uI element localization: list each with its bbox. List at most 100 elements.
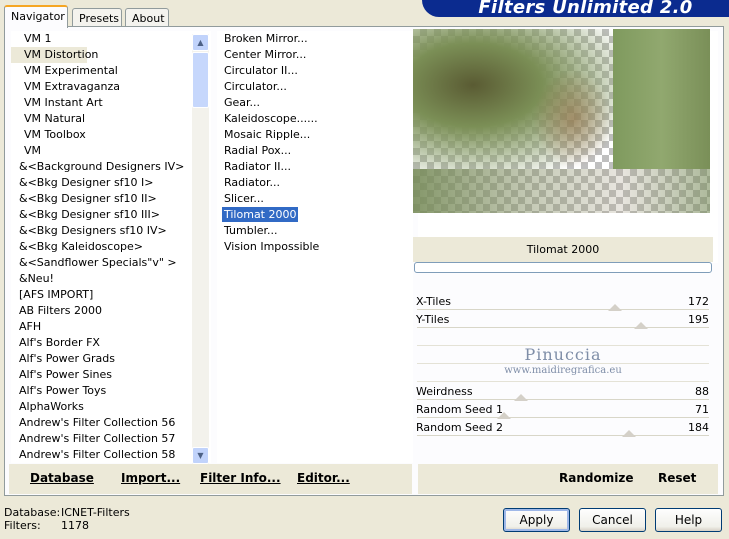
filter-item-label: Gear... [224, 96, 261, 109]
category-item[interactable]: Alf's Border FX [11, 335, 211, 351]
scroll-thumb[interactable] [192, 52, 209, 108]
category-item[interactable]: VM Instant Art [11, 95, 211, 111]
param-row[interactable]: Random Seed 2 184 [413, 419, 713, 437]
category-item[interactable]: VM [11, 143, 211, 159]
param-slider-track[interactable] [417, 309, 709, 310]
category-item[interactable]: AB Filters 2000 [11, 303, 211, 319]
filter-list[interactable]: Broken Mirror... Center Mirror... Circulat… [217, 31, 413, 463]
category-item[interactable]: &<Background Designers IV> [11, 159, 211, 175]
param-row[interactable]: Y-Tiles 195 [413, 311, 713, 329]
database-status-value: ICNET-Filters [61, 506, 130, 519]
filter-item-label: Center Mirror... [224, 48, 307, 61]
category-item[interactable]: VM Natural [11, 111, 211, 127]
category-item[interactable]: &<Bkg Designers sf10 IV> [11, 223, 211, 239]
filter-item-label: Circulator... [224, 80, 287, 93]
param-label: X-Tiles [416, 295, 451, 308]
filter-item-label: Broken Mirror... [224, 32, 308, 45]
param-value: 71 [695, 403, 709, 416]
filter-item[interactable]: Radial Pox... [217, 143, 413, 159]
category-item[interactable]: Alf's Power Toys [11, 383, 211, 399]
filter-item[interactable]: Radiator II... [217, 159, 413, 175]
filter-info-link[interactable]: Filter Info... [200, 471, 281, 485]
filter-item-label: Kaleidoscope...... [224, 112, 318, 125]
category-item[interactable]: AlphaWorks [11, 399, 211, 415]
category-list[interactable]: VM 1 VM Distortion VM Experimental VM Extra… [11, 31, 211, 463]
category-item[interactable]: Andrew's Filter Collection 57 [11, 431, 211, 447]
param-label: Random Seed 2 [416, 421, 504, 434]
category-item[interactable]: Andrew's Filter Collection 58 [11, 447, 211, 463]
cancel-button[interactable]: Cancel [579, 508, 646, 532]
param-value: 172 [688, 295, 709, 308]
category-item[interactable]: Alf's Power Grads [11, 351, 211, 367]
help-button[interactable]: Help [655, 508, 722, 532]
category-item[interactable]: VM Extravaganza [11, 79, 211, 95]
tab-presets[interactable]: Presets [72, 8, 122, 27]
filter-item[interactable]: Gear... [217, 95, 413, 111]
category-item[interactable]: Andrew's Filter Collection 56 [11, 415, 211, 431]
param-value: 184 [688, 421, 709, 434]
category-item[interactable]: &<Bkg Designer sf10 I> [11, 175, 211, 191]
filter-item[interactable]: Center Mirror... [217, 47, 413, 63]
filter-item-label: Tumbler... [224, 224, 278, 237]
category-item[interactable]: &<Bkg Kaleidoscope> [11, 239, 211, 255]
filter-item-label: Radiator II... [224, 160, 291, 173]
param-slider-thumb[interactable] [513, 394, 528, 401]
scroll-up-button[interactable]: ▲ [192, 34, 209, 51]
filter-item[interactable]: Broken Mirror... [217, 31, 413, 47]
category-item[interactable]: &<Bkg Designer sf10 II> [11, 191, 211, 207]
param-label: Random Seed 1 [416, 403, 504, 416]
category-item[interactable]: Alf's Power Sines [11, 367, 211, 383]
category-item[interactable]: [AFS IMPORT] [11, 287, 211, 303]
scroll-down-button[interactable]: ▼ [192, 447, 209, 464]
category-item[interactable]: AFH [11, 319, 211, 335]
filter-item[interactable]: Circulator II... [217, 63, 413, 79]
param-slider-thumb[interactable] [622, 430, 637, 437]
editor-link[interactable]: Editor... [297, 471, 350, 485]
filter-item-label: Mosaic Ripple... [224, 128, 311, 141]
category-item[interactable]: &Neu! [11, 271, 211, 287]
filter-item[interactable]: Tumbler... [217, 223, 413, 239]
app-banner: Filters Unlimited 2.0 [422, 0, 729, 17]
filter-item[interactable]: Tilomat 2000 [217, 207, 413, 223]
filters-status-label: Filters: [4, 519, 41, 532]
tab-about[interactable]: About [125, 8, 169, 27]
category-item[interactable]: VM Experimental [11, 63, 211, 79]
category-item[interactable]: VM Toolbox [11, 127, 211, 143]
tab-navigator[interactable]: Navigator [4, 5, 68, 28]
watermark-url: www.maidiregrafica.eu [504, 365, 622, 376]
randomize-button[interactable]: Randomize [559, 471, 633, 485]
import-link[interactable]: Import... [121, 471, 180, 485]
param-value: 195 [688, 313, 709, 326]
param-toolbar: Randomize Reset [418, 464, 718, 494]
category-item[interactable]: &<Sandflower Specials"v" > [11, 255, 211, 271]
filter-item[interactable]: Radiator... [217, 175, 413, 191]
param-row[interactable]: X-Tiles 172 [413, 293, 713, 311]
filter-name-label: Tilomat 2000 [413, 237, 713, 262]
watermark: Pinuccia www.maidiregrafica.eu [413, 346, 713, 386]
filter-item-label: Circulator II... [224, 64, 298, 77]
param-slider-track[interactable] [417, 327, 709, 328]
reset-button[interactable]: Reset [658, 471, 696, 485]
status-info: Database:ICNET-Filters Filters: 1178 [4, 506, 130, 532]
param-row[interactable]: Random Seed 1 71 [413, 401, 713, 419]
filter-item-label: Radial Pox... [224, 144, 292, 157]
category-item[interactable]: VM Distortion [11, 47, 98, 63]
param-slider-thumb[interactable] [633, 322, 648, 329]
category-item[interactable]: &<Bkg Designer sf10 III> [11, 207, 211, 223]
filter-item[interactable]: Circulator... [217, 79, 413, 95]
param-label: Y-Tiles [416, 313, 450, 326]
filter-item[interactable]: Mosaic Ripple... [217, 127, 413, 143]
param-slider-thumb[interactable] [607, 304, 622, 311]
filter-item[interactable]: Slicer... [217, 191, 413, 207]
filter-item-label: Tilomat 2000 [222, 207, 299, 222]
filter-item-label: Slicer... [224, 192, 264, 205]
category-scrollbar[interactable]: ▲ ▼ [192, 34, 209, 464]
apply-button[interactable]: Apply [503, 508, 570, 532]
database-link[interactable]: Database [30, 471, 94, 485]
list-toolbar: Database Import... Filter Info... Editor… [9, 464, 412, 494]
database-status-label: Database: [4, 506, 61, 519]
filter-item[interactable]: Vision Impossible [217, 239, 413, 255]
filter-item[interactable]: Kaleidoscope...... [217, 111, 413, 127]
category-item[interactable]: VM 1 [11, 31, 211, 47]
preview-image [413, 29, 710, 213]
